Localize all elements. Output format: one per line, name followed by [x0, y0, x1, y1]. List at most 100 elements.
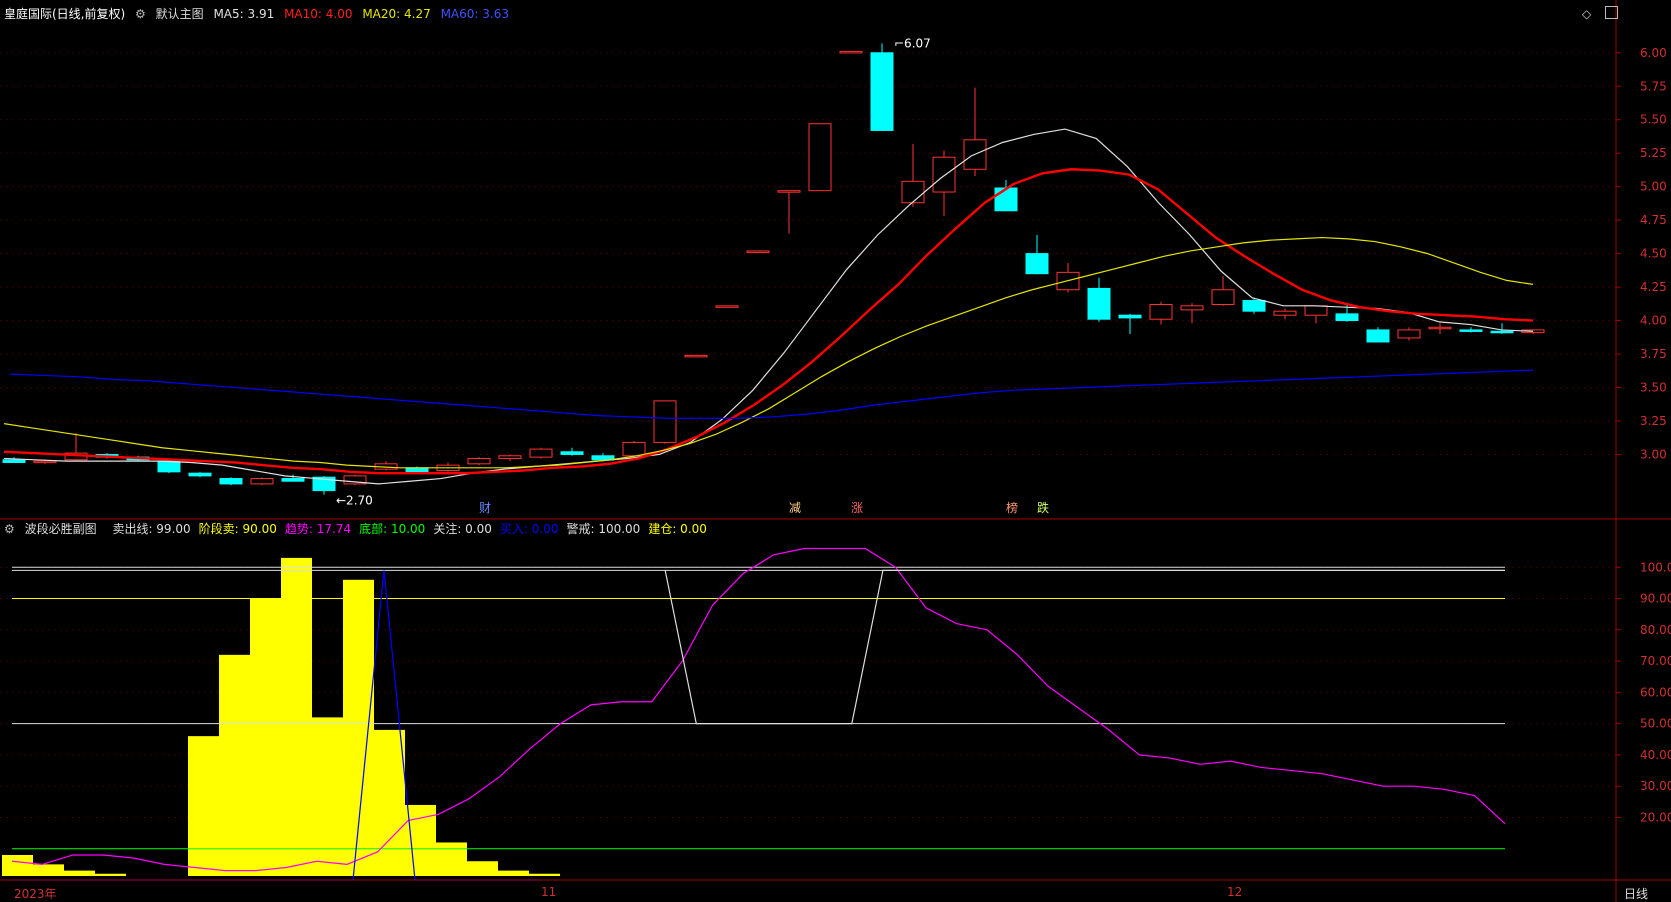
candle-body	[1335, 313, 1359, 322]
candle-body	[2, 459, 26, 463]
candlestick	[901, 143, 925, 207]
candlestick	[808, 123, 832, 192]
candlestick	[1118, 313, 1142, 334]
sub-indicator-value: 警戒: 100.00	[566, 522, 641, 536]
candle-body	[994, 187, 1018, 212]
candlestick	[560, 447, 584, 456]
event-marker[interactable]: 涨	[851, 500, 863, 515]
price-tick-label: 5.50	[1640, 113, 1667, 127]
event-marker[interactable]: 财	[479, 501, 491, 515]
sub-indicator-value: 趋势: 17.74	[284, 522, 352, 536]
ma60-label: MA60: 3.63	[440, 7, 509, 21]
candlestick	[963, 87, 987, 176]
candle-body	[746, 250, 770, 253]
candlestick	[188, 471, 212, 478]
sub-indicator-label[interactable]: 波段必胜副图	[25, 522, 97, 536]
month-label-12: 12	[1227, 885, 1243, 899]
price-tick-label: 4.50	[1640, 247, 1667, 261]
candle-body	[1180, 305, 1204, 311]
candle-body	[1459, 329, 1483, 332]
sub-tick-label: 70.00	[1640, 654, 1671, 668]
candlestick	[1149, 301, 1173, 325]
candle-body	[1428, 326, 1452, 330]
sub-indicator-value: 关注: 0.00	[433, 522, 492, 536]
candlestick	[839, 50, 863, 54]
sub-indicator-value: 卖出线: 99.00	[112, 522, 191, 536]
ma-line-ma20	[3, 236, 1534, 469]
period-tab[interactable]: 日线	[1624, 885, 1648, 902]
sub-bar	[250, 598, 281, 876]
candlestick	[1087, 277, 1111, 322]
panel-icon[interactable]	[1605, 6, 1618, 19]
ma-line-ma10	[3, 168, 1534, 475]
max-price-label: ⌐6.07	[894, 36, 931, 50]
candle-body	[281, 478, 305, 482]
sub-indicator-value: 阶段卖: 90.00	[198, 522, 277, 536]
sub-bar	[343, 579, 374, 876]
candlestick	[498, 454, 522, 462]
candle-body	[932, 156, 956, 193]
sub-bar	[64, 870, 95, 876]
chart-stage: ⌐6.07 ←2.70 财 减 涨 榜 跌 6.00 5.75 5.50 5.25 5.00 4.75…	[0, 0, 1671, 902]
sub-chart-header: ⚙ 波段必胜副图 卖出线: 99.00 阶段卖: 90.00 趋势: 17.74 底部…	[4, 520, 721, 537]
diamond-icon[interactable]: ◇	[1582, 7, 1591, 21]
ma20-label: MA20: 4.27	[362, 7, 431, 21]
candlestick	[1180, 303, 1204, 324]
candle-body	[498, 455, 522, 459]
candlestick	[343, 474, 367, 486]
candlestick	[684, 354, 708, 358]
sub-bar	[188, 736, 219, 876]
stock-title[interactable]: 皇庭国际(日线,前复权)	[4, 7, 125, 21]
candlestick	[653, 400, 677, 444]
event-marker[interactable]: 榜	[1006, 500, 1018, 515]
candlestick	[1397, 327, 1421, 341]
candlestick	[870, 43, 894, 131]
sub-bar	[33, 864, 64, 876]
ma-line-ma5	[3, 128, 1534, 485]
main-indicator-label[interactable]: 默认主图	[156, 7, 204, 21]
gear-icon[interactable]: ⚙	[4, 522, 15, 536]
candlestick	[932, 150, 956, 217]
candle-body	[529, 448, 553, 458]
sub-bar	[374, 729, 405, 876]
candlestick	[467, 457, 491, 466]
sub-bar	[281, 557, 312, 876]
main-chart-marks: ⌐6.07 ←2.70 财 减 涨 榜 跌	[2, 36, 1545, 515]
candle-body	[1273, 310, 1297, 316]
ma10-label: MA10: 4.00	[284, 7, 353, 21]
gear-icon[interactable]: ⚙	[135, 7, 146, 21]
sub-tick-label: 80.00	[1640, 623, 1671, 637]
candle-body	[1149, 303, 1173, 320]
candle-body	[1490, 330, 1514, 334]
min-price-label: ←2.70	[336, 494, 373, 508]
price-tick-label: 4.75	[1640, 213, 1667, 227]
candlestick	[64, 433, 88, 462]
candle-body	[777, 190, 801, 193]
candle-body	[808, 123, 832, 192]
main-chart-header: 皇庭国际(日线,前复权) ⚙ 默认主图 MA5: 3.91 MA10: 4.00…	[4, 5, 515, 22]
sub-bar	[95, 873, 126, 876]
candle-body	[1025, 253, 1049, 275]
candlestick	[746, 250, 770, 253]
candle-body	[653, 400, 677, 443]
candle-body	[622, 441, 646, 457]
sub-tick-label: 100.0	[1640, 560, 1671, 574]
event-marker[interactable]: 减	[789, 501, 801, 515]
price-tick-label: 3.00	[1640, 447, 1667, 461]
candlestick	[1428, 323, 1452, 334]
candle-body	[219, 478, 243, 485]
candlestick	[529, 447, 553, 459]
candle-body	[1087, 287, 1111, 320]
price-tick-label: 4.25	[1640, 280, 1667, 294]
candle-body	[684, 354, 708, 358]
candle-body	[33, 460, 57, 464]
sub-tick-label: 90.00	[1640, 592, 1671, 606]
sub-tick-label: 30.00	[1640, 779, 1671, 793]
candlestick	[250, 477, 274, 486]
price-tick-label: 6.00	[1640, 46, 1667, 60]
event-marker[interactable]: 跌	[1037, 500, 1049, 515]
candle-body	[250, 478, 274, 485]
sub-tick-label: 40.00	[1640, 748, 1671, 762]
year-label: 2023年	[14, 887, 57, 901]
price-tick-label: 3.75	[1640, 347, 1667, 361]
